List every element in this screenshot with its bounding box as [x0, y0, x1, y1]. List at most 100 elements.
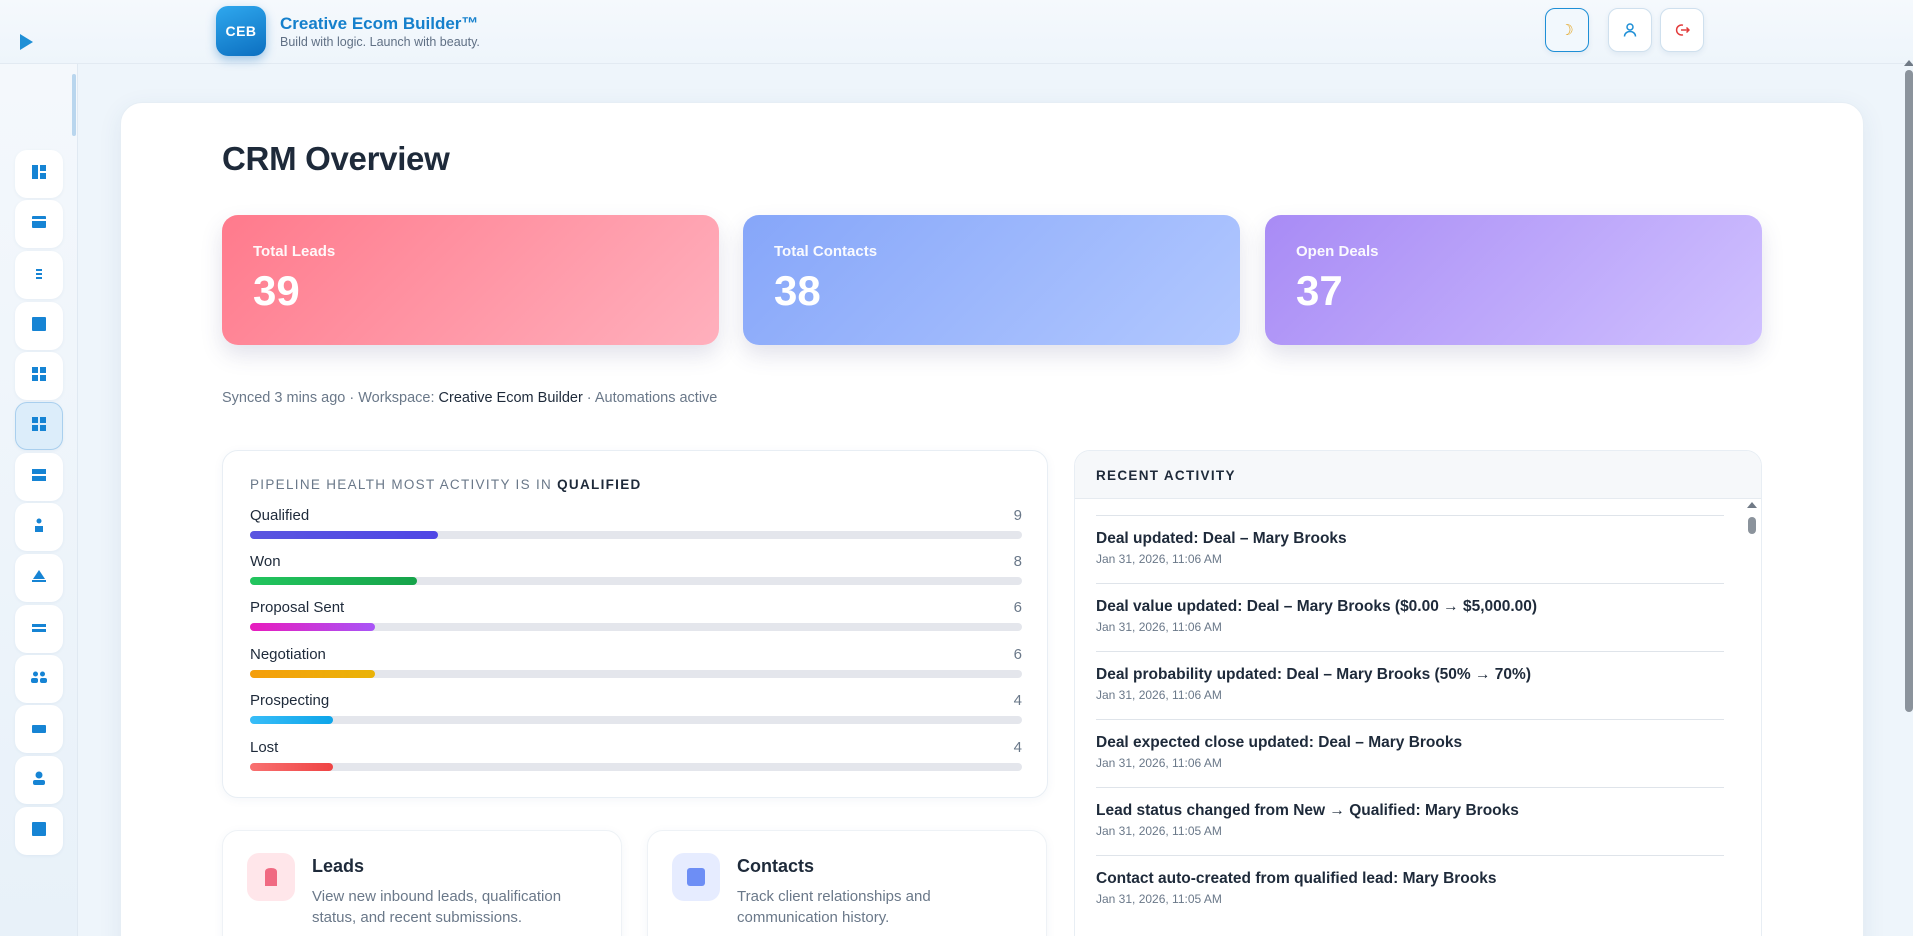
person-icon	[33, 771, 45, 790]
square-icon	[32, 316, 46, 336]
stat-label: Total Leads	[253, 243, 336, 260]
stage-progress-fill	[250, 623, 376, 631]
sidebar-scrollbar[interactable]	[72, 74, 76, 136]
stage-progress-fill	[250, 577, 417, 585]
stat-card-total-contacts[interactable]: Total Contacts 38	[743, 215, 1240, 345]
activity-scrollbar[interactable]	[1748, 517, 1756, 534]
stage-progress-track	[250, 670, 1022, 678]
pipeline-stage-row: Lost 4	[250, 739, 1022, 779]
lead-icon	[247, 853, 295, 901]
app-tagline: Build with logic. Launch with beauty.	[280, 35, 480, 49]
stage-progress-fill	[250, 763, 334, 771]
activity-text: Deal probability updated: Deal – Mary Br…	[1096, 666, 1531, 683]
moon-icon: ☽	[1560, 22, 1574, 39]
sidebar-item-9[interactable]	[15, 554, 63, 602]
module-description: View new inbound leads, qualification st…	[312, 888, 562, 926]
stat-value: 37	[1296, 267, 1343, 314]
theme-toggle-button[interactable]: ☽	[1545, 8, 1589, 52]
stage-count: 9	[1013, 507, 1022, 524]
stage-progress-fill	[250, 716, 334, 724]
sidebar-item-10[interactable]	[15, 605, 63, 653]
activity-text: Deal value updated: Deal – Mary Brooks (…	[1096, 598, 1538, 615]
bar-icon	[32, 720, 46, 738]
sidebar-item-2[interactable]	[15, 200, 63, 248]
sidebar-item-5[interactable]	[15, 352, 63, 400]
stage-progress-track	[250, 577, 1022, 585]
activity-timestamp: Jan 31, 2026, 11:06 AM	[1096, 620, 1222, 634]
users-icon	[31, 670, 47, 688]
stage-name: Prospecting	[250, 692, 330, 709]
activity-scroll-up-icon[interactable]	[1747, 502, 1757, 508]
sidebar-item-7[interactable]	[15, 453, 63, 501]
contact-icon	[672, 853, 720, 901]
sidebar-item-6[interactable]	[15, 402, 63, 450]
app-title: Creative Ecom Builder™	[280, 14, 479, 33]
pipeline-heading-text: PIPELINE HEALTH MOST ACTIVITY IS IN	[250, 477, 558, 492]
module-title: Leads	[312, 856, 365, 876]
workspace-name: Creative Ecom Builder	[438, 390, 583, 406]
stat-card-open-deals[interactable]: Open Deals 37	[1265, 215, 1762, 345]
sidebar-item-14[interactable]	[15, 807, 63, 855]
stat-value: 39	[253, 267, 300, 314]
pipeline-health-card: PIPELINE HEALTH MOST ACTIVITY IS IN QUAL…	[222, 450, 1048, 798]
pipeline-stage-row: Proposal Sent 6	[250, 599, 1022, 639]
sidebar-item-8[interactable]	[15, 503, 63, 551]
stage-count: 4	[1013, 739, 1022, 756]
stage-name: Lost	[250, 739, 279, 756]
app-logo: CEB	[216, 6, 266, 56]
stat-value: 38	[774, 267, 821, 314]
card-icon	[32, 215, 46, 233]
stage-progress-track	[250, 531, 1022, 539]
sync-status: Synced 3 mins ago · Workspace: Creative …	[222, 390, 717, 406]
pipeline-stage-row: Qualified 9	[250, 507, 1022, 547]
activity-timestamp: Jan 31, 2026, 11:05 AM	[1096, 824, 1222, 838]
activity-item[interactable]: Lead status changed from New → Qualified…	[1096, 787, 1724, 855]
activity-item[interactable]: Deal expected close updated: Deal – Mary…	[1096, 719, 1724, 787]
activity-timestamp: Jan 31, 2026, 11:06 AM	[1096, 552, 1222, 566]
pipeline-stage-row: Won 8	[250, 553, 1022, 593]
stage-progress-fill	[250, 670, 376, 678]
stat-card-total-leads[interactable]: Total Leads 39	[222, 215, 719, 345]
page-scrollbar[interactable]	[1905, 70, 1913, 712]
stage-name: Proposal Sent	[250, 599, 345, 616]
stage-name: Won	[250, 553, 281, 570]
stat-label: Total Contacts	[774, 243, 878, 260]
recent-activity-card: RECENT ACTIVITY Deal updated: Deal – Mar…	[1074, 450, 1762, 936]
profile-button[interactable]	[1608, 8, 1652, 52]
triangle-icon	[32, 569, 46, 587]
grid-icon	[32, 416, 46, 436]
activity-item[interactable]: Deal updated: Deal – Mary Brooks Jan 31, …	[1096, 515, 1724, 583]
activity-header: RECENT ACTIVITY	[1075, 451, 1761, 499]
module-title: Contacts	[737, 856, 815, 876]
logout-button[interactable]	[1660, 8, 1704, 52]
module-card-contacts[interactable]: Contacts Track client relationships and …	[647, 830, 1047, 936]
sidebar-item-1[interactable]	[15, 150, 63, 198]
activity-timestamp: Jan 31, 2026, 11:05 AM	[1096, 892, 1222, 906]
sidebar-item-13[interactable]	[15, 756, 63, 804]
top-bar: CEB Creative Ecom Builder™ Build with lo…	[0, 0, 1913, 64]
module-card-leads[interactable]: Leads View new inbound leads, qualificat…	[222, 830, 622, 936]
page-scroll-up-icon[interactable]	[1904, 60, 1913, 66]
pipeline-stage-row: Prospecting 4	[250, 692, 1022, 732]
stage-count: 4	[1013, 692, 1022, 709]
stage-name: Qualified	[250, 507, 310, 524]
sidebar-item-4[interactable]	[15, 302, 63, 350]
pipeline-heading: PIPELINE HEALTH MOST ACTIVITY IS IN QUAL…	[250, 477, 642, 492]
activity-item[interactable]: Deal probability updated: Deal – Mary Br…	[1096, 651, 1724, 719]
activity-text: Deal expected close updated: Deal – Mary…	[1096, 734, 1463, 751]
activity-timestamp: Jan 31, 2026, 11:06 AM	[1096, 688, 1222, 702]
user-icon	[1623, 23, 1637, 37]
activity-text: Deal updated: Deal – Mary Brooks	[1096, 530, 1347, 547]
sidebar-item-11[interactable]	[15, 655, 63, 703]
sidebar-item-3[interactable]	[15, 251, 63, 299]
activity-item[interactable]: Deal value updated: Deal – Mary Brooks (…	[1096, 583, 1724, 651]
sidebar-item-12[interactable]	[15, 705, 63, 753]
grid-icon	[32, 366, 46, 386]
sync-suffix: · Automations active	[582, 390, 718, 406]
list-icon	[36, 266, 42, 284]
activity-item[interactable]: Contact auto-created from qualified lead…	[1096, 855, 1724, 923]
sidebar-toggle-icon[interactable]	[20, 34, 33, 50]
rows-icon	[32, 468, 46, 486]
stat-label: Open Deals	[1296, 243, 1379, 260]
stage-progress-fill	[250, 531, 438, 539]
